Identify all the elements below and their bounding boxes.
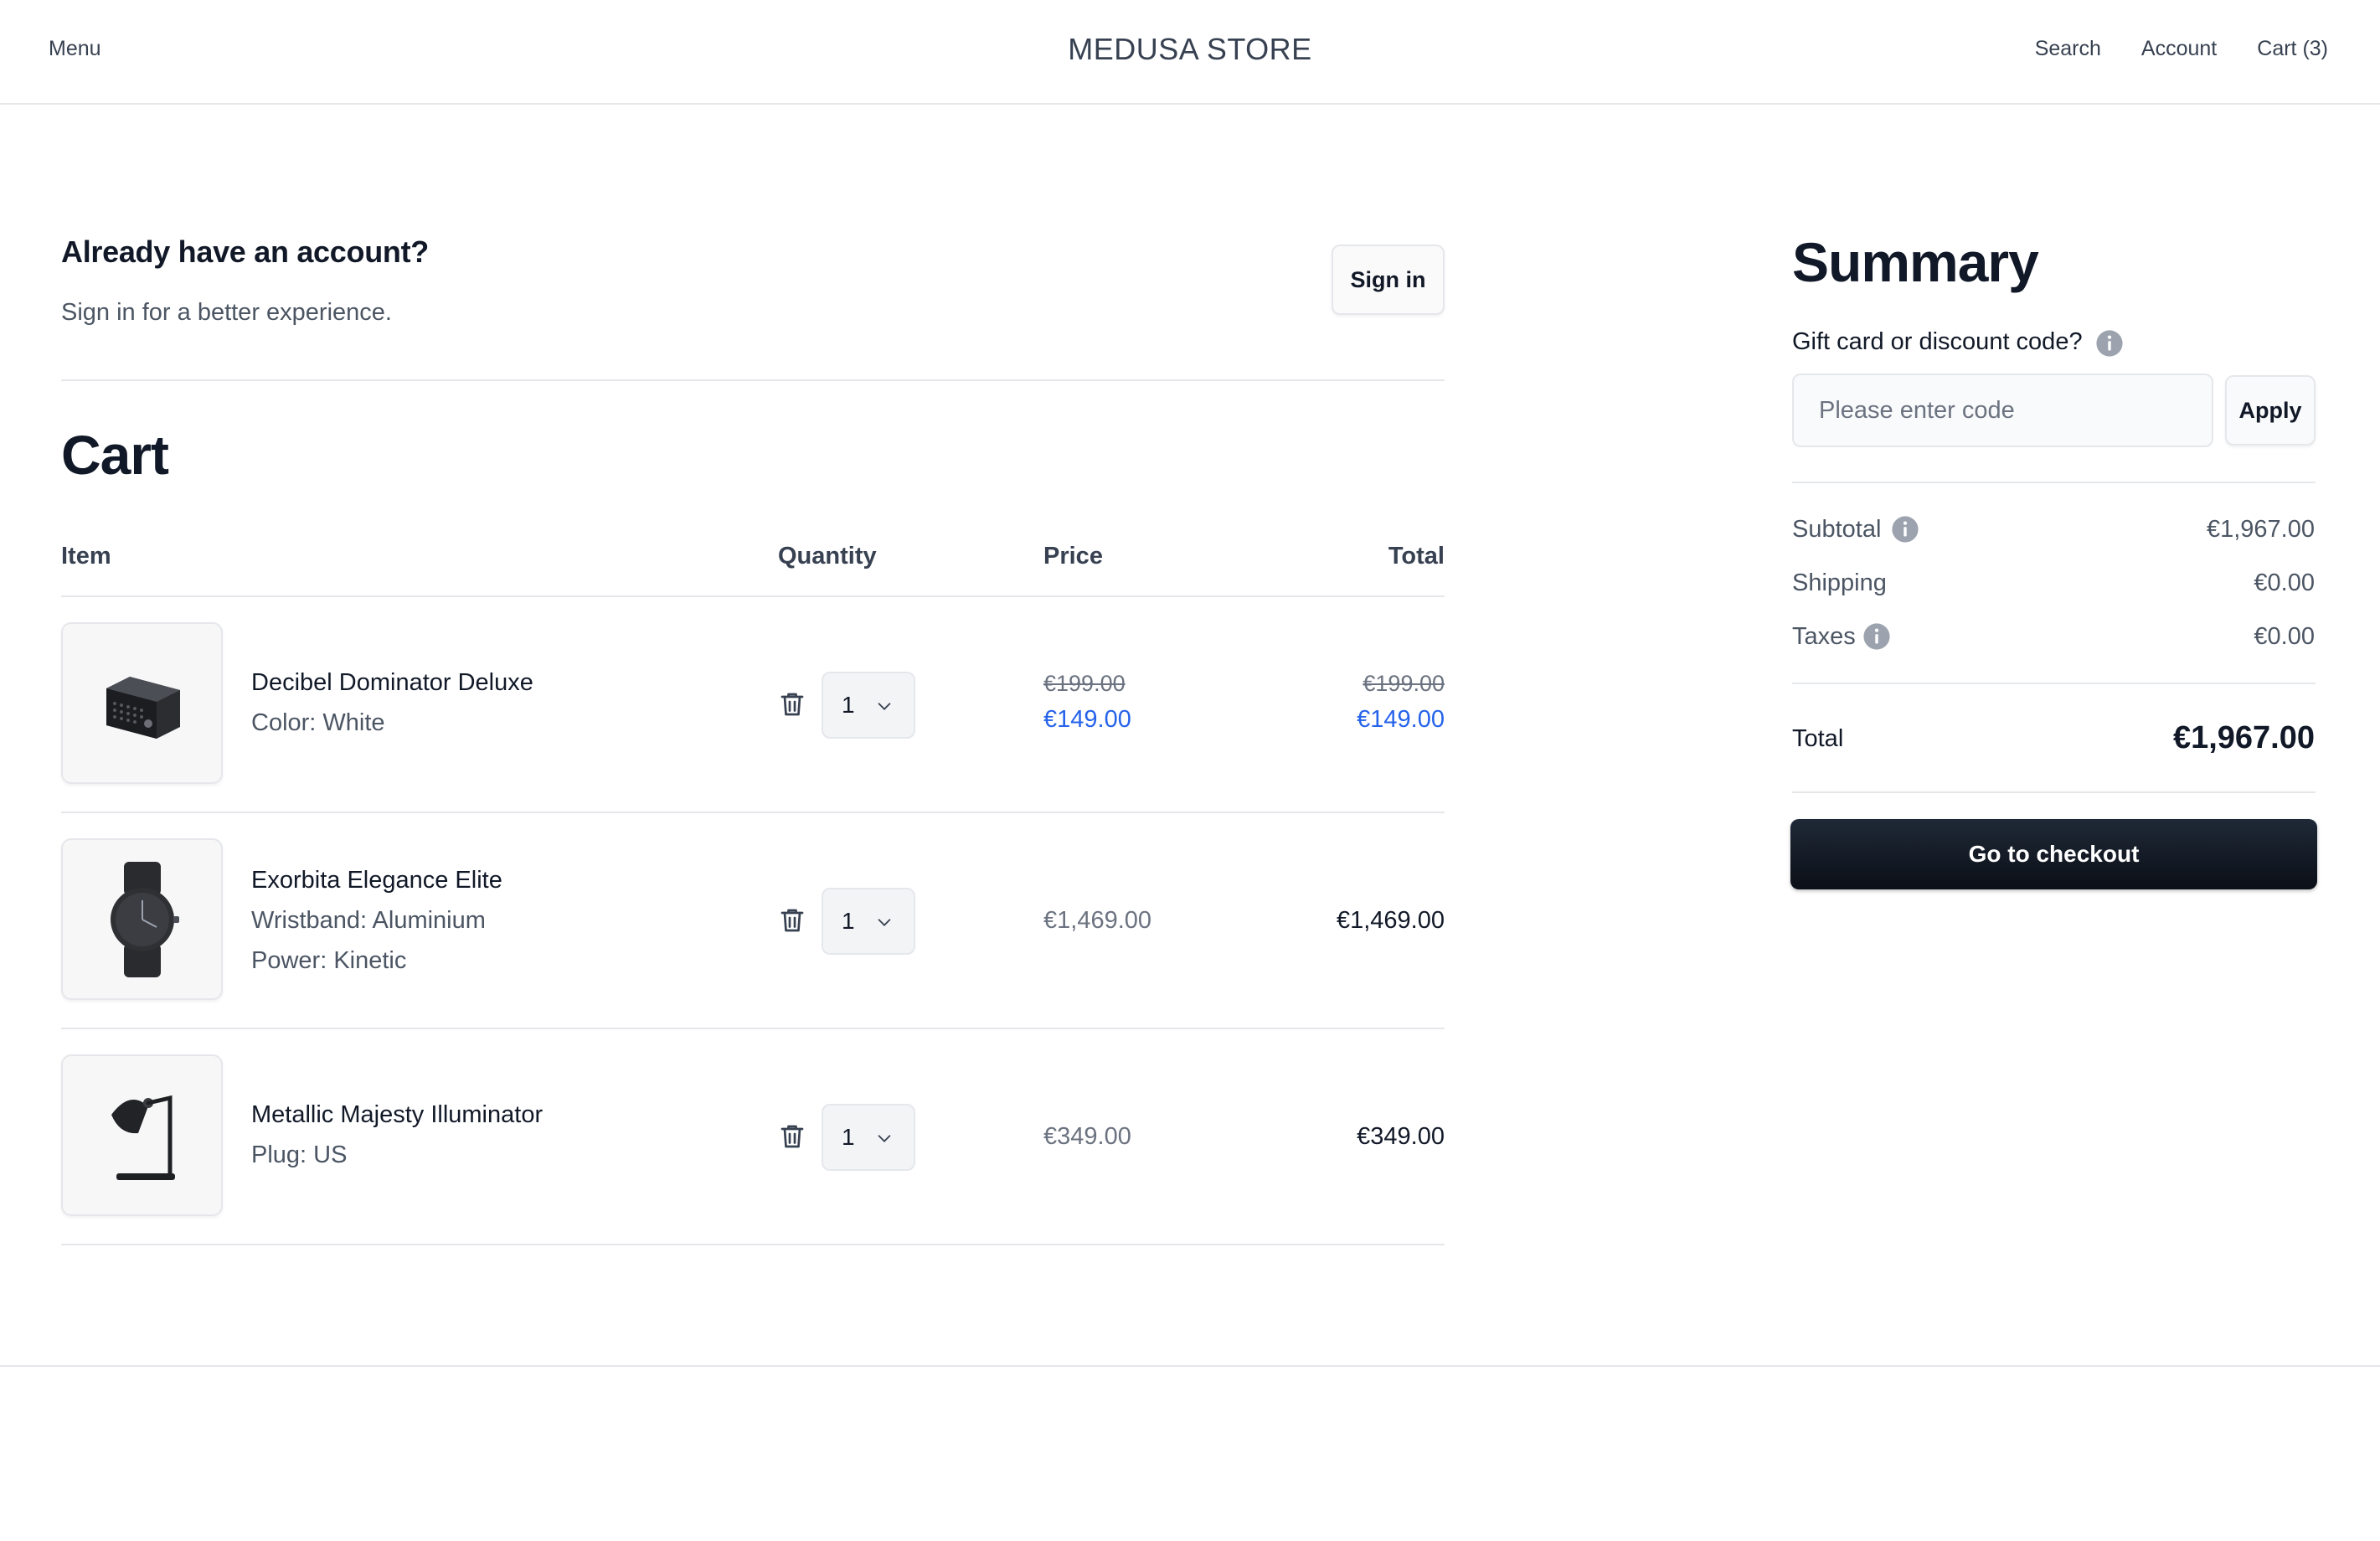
unit-price: €349.00 — [1043, 1123, 1131, 1150]
taxes-label: Taxes — [1792, 623, 1856, 650]
table-header-divider — [61, 595, 1445, 597]
divider — [1792, 791, 2316, 793]
subtotal-value: €1,967.00 — [2206, 516, 2315, 543]
product-variant: Power: Kinetic — [251, 947, 407, 974]
trash-icon[interactable] — [777, 905, 807, 935]
quantity-value: 1 — [842, 692, 855, 718]
shipping-value: €0.00 — [2254, 570, 2315, 596]
cart-link[interactable]: Cart (3) — [2257, 37, 2328, 61]
subtotal-label: Subtotal — [1792, 516, 1882, 543]
row-divider — [61, 1244, 1445, 1245]
row-divider — [61, 1028, 1445, 1029]
quantity-value: 1 — [842, 908, 855, 934]
line-total: €349.00 — [1357, 1123, 1445, 1150]
line-total: €1,469.00 — [1336, 907, 1445, 934]
product-variant: Color: White — [251, 709, 385, 736]
info-icon[interactable] — [1891, 515, 1919, 544]
product-variant: Plug: US — [251, 1142, 348, 1168]
cart-row: Decibel Dominator Deluxe Color: White 1 … — [61, 622, 1445, 838]
quantity-select[interactable]: 1 — [822, 672, 915, 739]
info-icon[interactable] — [1862, 622, 1891, 651]
column-header-item: Item — [61, 543, 111, 570]
product-variant: Wristband: Aluminium — [251, 907, 486, 934]
lamp-image — [111, 1095, 175, 1180]
column-header-quantity: Quantity — [778, 543, 877, 570]
taxes-value: €0.00 — [2254, 623, 2315, 650]
gift-card-label: Gift card or discount code? — [1792, 328, 2083, 355]
total-value: €1,967.00 — [2172, 720, 2315, 755]
discount-code-input[interactable] — [1792, 374, 2213, 447]
nav-right-links: Search Account Cart (3) — [2035, 37, 2328, 61]
quantity-select[interactable]: 1 — [822, 888, 915, 955]
sale-price: €149.00 — [1043, 706, 1131, 733]
column-header-price: Price — [1043, 543, 1103, 570]
footer-divider — [0, 1365, 2380, 1367]
divider — [1792, 683, 2316, 684]
cart-row: Metallic Majesty Illuminator Plug: US 1 … — [61, 1054, 1445, 1270]
product-thumbnail[interactable] — [61, 622, 223, 784]
total-label: Total — [1792, 725, 1844, 752]
product-thumbnail[interactable] — [61, 1054, 223, 1216]
summary-heading: Summary — [1792, 231, 2039, 293]
cart-heading: Cart — [61, 424, 169, 486]
product-thumbnail[interactable] — [61, 838, 223, 1000]
chevron-down-icon — [878, 1135, 891, 1142]
product-name[interactable]: Decibel Dominator Deluxe — [251, 669, 533, 697]
info-icon[interactable] — [2095, 329, 2124, 358]
sale-total: €149.00 — [1357, 706, 1445, 733]
signin-subtitle: Sign in for a better experience. — [61, 299, 392, 326]
signin-heading: Already have an account? — [61, 234, 429, 269]
divider — [1792, 482, 2316, 483]
divider — [61, 379, 1445, 381]
go-to-checkout-button[interactable]: Go to checkout — [1790, 819, 2317, 889]
quantity-select[interactable]: 1 — [822, 1104, 915, 1171]
store-logo-title[interactable]: MEDUSA STORE — [0, 32, 2380, 67]
product-name[interactable]: Exorbita Elegance Elite — [251, 867, 502, 894]
chevron-down-icon — [878, 703, 891, 710]
quantity-value: 1 — [842, 1124, 855, 1150]
account-link[interactable]: Account — [2141, 37, 2217, 61]
column-header-total: Total — [1388, 543, 1445, 570]
original-price: €199.00 — [1043, 671, 1126, 696]
speaker-image — [106, 676, 180, 739]
trash-icon[interactable] — [777, 689, 807, 719]
top-nav-bar: Menu MEDUSA STORE Search Account Cart (3… — [0, 0, 2380, 105]
product-name[interactable]: Metallic Majesty Illuminator — [251, 1101, 543, 1129]
shipping-label: Shipping — [1792, 570, 1887, 596]
trash-icon[interactable] — [777, 1121, 807, 1152]
row-divider — [61, 812, 1445, 813]
cart-row: Exorbita Elegance Elite Wristband: Alumi… — [61, 838, 1445, 1054]
watch-image — [110, 861, 179, 977]
sign-in-button[interactable]: Sign in — [1332, 245, 1445, 315]
original-total: €199.00 — [1363, 671, 1445, 696]
unit-price: €1,469.00 — [1043, 907, 1152, 934]
search-link[interactable]: Search — [2035, 37, 2101, 61]
chevron-down-icon — [878, 919, 891, 926]
apply-code-button[interactable]: Apply — [2225, 375, 2316, 446]
